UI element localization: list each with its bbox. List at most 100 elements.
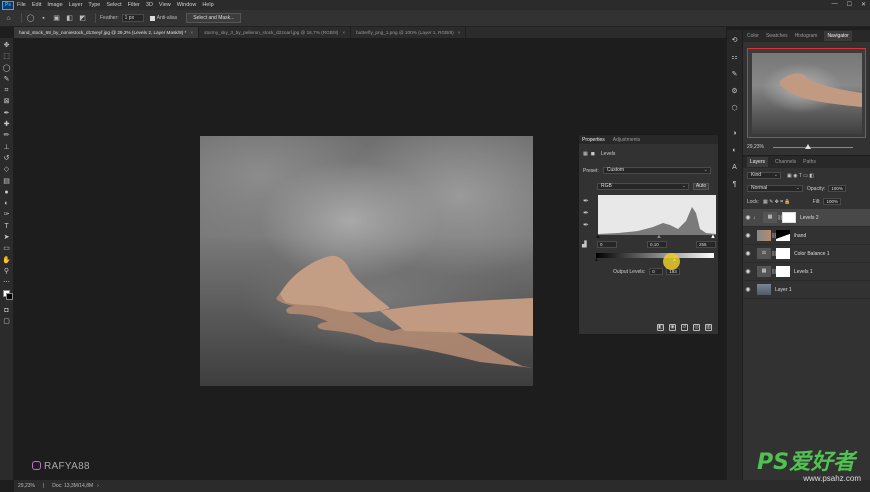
tool-presets-icon[interactable]: ⚙ [730,87,739,96]
paragraph-icon[interactable]: ¶ [730,180,739,189]
eraser-tool-icon[interactable]: ◇ [2,165,11,174]
tab-adjustments[interactable]: Adjustments [613,137,641,143]
tab-hand-stock[interactable]: hand_stock_68_by_noniestock_d13veyf.jpg … [14,27,200,38]
tab-channels[interactable]: Channels [775,159,796,165]
navigator-preview[interactable] [747,48,866,138]
minimize-icon[interactable]: — [832,1,838,8]
crop-tool-icon[interactable]: ⌗ [2,86,11,95]
layer-row-ihand[interactable]: ◉ ⛓ ihand [743,227,870,245]
type-tool-icon[interactable]: T [2,222,11,231]
layer-row-layer-1[interactable]: ◉ Layer 1 [743,281,870,299]
tab-layers[interactable]: Layers [747,157,769,167]
maximize-icon[interactable]: ☐ [847,1,852,8]
marquee-tool-icon[interactable]: ⬚ [2,52,11,61]
layer-row-levels-2[interactable]: ◉ ↓ ▦ ⛓ Levels 2 [743,209,870,227]
tab-butterfly[interactable]: butterfly_png_1.png @ 100% (Layer 1, RGB… [351,27,467,38]
pen-tool-icon[interactable]: ✑ [2,210,11,219]
photoshop-logo-icon[interactable]: Ps [2,0,14,10]
delete-icon[interactable]: ▥ [705,324,712,331]
menu-filter[interactable]: Filter [128,2,140,8]
navigator-zoom-knob[interactable] [805,144,811,149]
brush-settings-icon[interactable]: ✎ [730,70,739,79]
add-selection-icon[interactable]: ▣ [52,14,61,23]
layer-mask-thumbnail[interactable] [782,212,796,223]
frame-tool-icon[interactable]: ⊠ [2,97,11,106]
history-icon[interactable]: ⟲ [730,36,739,45]
menu-file[interactable]: File [17,2,26,8]
menu-select[interactable]: Select [106,2,121,8]
navigator-zoom-slider[interactable] [773,147,853,148]
clone-stamp-tool-icon[interactable]: ⊥ [2,143,11,152]
menu-image[interactable]: Image [47,2,62,8]
menu-layer[interactable]: Layer [69,2,83,8]
history-brush-tool-icon[interactable]: ↺ [2,154,11,163]
lasso-icon[interactable]: ◯ [26,14,35,23]
tab-stormy-sky[interactable]: stormy_sky_3_by_pelleron_stock_d22oarl.j… [199,27,352,38]
feather-input[interactable]: 1 px [121,14,144,22]
eyedropper-tool-icon[interactable]: ✒ [2,109,11,118]
menu-help[interactable]: Help [202,2,213,8]
quick-select-tool-icon[interactable]: ✎ [2,75,11,84]
black-eyedropper-icon[interactable]: ✒ [583,197,589,205]
layer-mask-thumbnail[interactable] [776,248,790,259]
close-icon[interactable]: ✕ [861,1,866,8]
eye-icon[interactable]: ◉ [743,214,753,221]
brush-tool-icon[interactable]: ✏ [2,131,11,140]
opacity-field[interactable]: 100% [828,185,847,192]
properties-icon[interactable]: ⚏ [730,53,739,62]
status-doc-size[interactable]: Doc: 13,3M/14,8M [52,483,93,489]
layer-row-color-balance-1[interactable]: ◉ ⚖ ⛓ Color Balance 1 [743,245,870,263]
background-color-swatch[interactable] [5,292,13,300]
input-gamma-slider[interactable]: ▲ [656,234,662,240]
eye-icon[interactable]: ◉ [743,250,753,257]
auto-button[interactable]: Auto [693,183,709,190]
tab-swatches[interactable]: Swatches [766,33,788,39]
menu-3d[interactable]: 3D [146,2,153,8]
layer-row-levels-1[interactable]: ◉ ▦ ⛓ Levels 1 [743,263,870,281]
input-white-slider[interactable]: ▲ [710,234,716,240]
preset-dropdown[interactable]: Custom ⌄ [602,167,711,174]
close-tab-icon[interactable]: × [190,30,193,35]
eye-icon[interactable]: ◉ [743,268,753,275]
tab-histogram[interactable]: Histogram [795,33,818,39]
input-black-slider[interactable]: ▲ [595,234,601,240]
hand-tool-icon[interactable]: ✋ [2,256,11,265]
menu-window[interactable]: Window [177,2,197,8]
dodge-tool-icon[interactable]: ◐ [2,199,11,208]
color-icon[interactable]: ◑ [730,129,739,138]
blur-tool-icon[interactable]: ● [2,188,11,197]
document-canvas[interactable] [200,136,533,386]
subtract-selection-icon[interactable]: ◧ [65,14,74,23]
input-gamma-field[interactable]: 0,10 [647,241,667,248]
quick-mask-icon[interactable]: ◘ [2,306,11,315]
lock-icons[interactable]: ▦ ✎ ✥ ⌗ 🔒 [763,199,791,205]
clipping-warning-icon[interactable]: ▟ [582,241,587,248]
reset-icon[interactable]: ↺ [681,324,688,331]
eye-icon[interactable]: ◉ [743,286,753,293]
white-eyedropper-icon[interactable]: ✒ [583,221,589,229]
layer-mask-thumbnail[interactable] [776,266,790,277]
intersect-selection-icon[interactable]: ◩ [78,14,87,23]
kind-filter-dropdown[interactable]: Kind ⌄ [747,172,781,179]
adjustments-icon[interactable]: ◐ [730,146,739,155]
fill-field[interactable]: 100% [823,198,842,205]
gray-eyedropper-icon[interactable]: ✒ [583,209,589,217]
menu-view[interactable]: View [159,2,171,8]
eye-icon[interactable]: ◉ [743,232,753,239]
status-zoom[interactable]: 29,23% [18,483,35,489]
mask-icon[interactable]: ◼ [591,151,595,157]
channel-dropdown[interactable]: RGB ⌄ [597,183,689,190]
zoom-tool-icon[interactable]: ⚲ [2,267,11,276]
close-tab-icon[interactable]: × [342,30,345,35]
new-selection-icon[interactable]: ▪ [39,14,48,23]
input-black-field[interactable]: 0 [597,241,617,248]
menu-type[interactable]: Type [88,2,100,8]
path-selection-tool-icon[interactable]: ➤ [2,233,11,242]
gradient-tool-icon[interactable]: ▤ [2,177,11,186]
input-white-field[interactable]: 255 [696,241,716,248]
visibility-icon[interactable]: ◎ [693,324,700,331]
tab-properties[interactable]: Properties [582,137,605,143]
filter-icons[interactable]: ▣ ◉ T ▭ ◧ [787,173,814,179]
status-arrow-icon[interactable]: › [97,483,99,489]
close-tab-icon[interactable]: × [458,30,461,35]
